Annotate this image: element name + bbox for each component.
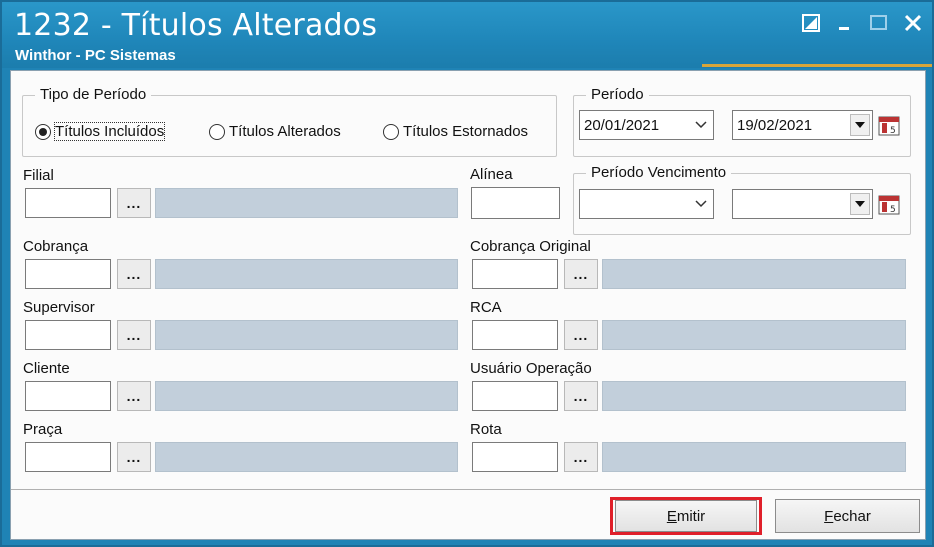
tipo-periodo-legend: Tipo de Período [35,86,152,103]
praca-lookup-button[interactable]: ... [117,442,151,472]
cliente-input[interactable] [25,381,111,411]
cobranca-original-label: Cobrança Original [470,238,591,255]
rca-label: RCA [470,299,502,316]
cliente-lookup-button[interactable]: ... [117,381,151,411]
praca-input[interactable] [25,442,111,472]
emitir-mnemonic: E [666,507,677,525]
svg-text:5: 5 [890,126,896,136]
periodo-end-value: 19/02/2021 [737,116,813,134]
radio-titulos-alterados[interactable]: Títulos Alterados [209,123,341,140]
emitir-label: mitir [676,507,706,525]
title-bar[interactable]: 1232 - Títulos Alterados Winthor - PC Si… [2,2,932,68]
restore-window-icon[interactable] [798,10,824,36]
filial-label: Filial [23,167,54,184]
vencimento-start-date[interactable] [579,189,714,219]
periodo-legend: Período [586,86,649,103]
window-subtitle: Winthor - PC Sistemas [15,47,176,64]
filial-lookup-button[interactable]: ... [117,188,151,218]
cobranca-label: Cobrança [23,238,89,255]
dropdown-arrow-icon[interactable] [850,114,870,136]
cobranca-original-input[interactable] [472,259,558,289]
periodo-start-date[interactable]: 20/01/2021 [579,110,714,140]
usuario-operacao-description [602,381,906,411]
radio-label: Títulos Incluídos [53,122,166,141]
minimize-icon[interactable] [832,10,858,36]
rota-description [602,442,906,472]
radio-dot [39,127,47,136]
form-body: Tipo de Período Títulos Incluídos Título… [10,70,926,540]
fechar-button[interactable]: Fechar [775,499,920,533]
radio-label: Títulos Estornados [403,123,529,140]
radio-circle [209,123,225,140]
close-icon[interactable] [900,10,926,36]
emitir-button[interactable]: Emitir [615,500,757,532]
app-window: 1232 - Títulos Alterados Winthor - PC Si… [0,0,934,547]
chevron-down-icon[interactable] [689,121,713,129]
chevron-down-icon[interactable] [689,200,713,208]
usuario-operacao-label: Usuário Operação [470,360,592,377]
alinea-label: Alínea [470,166,513,183]
cobranca-input[interactable] [25,259,111,289]
alinea-input[interactable] [471,187,560,219]
periodo-start-value: 20/01/2021 [584,116,660,134]
radio-titulos-estornados[interactable]: Títulos Estornados [383,123,528,140]
supervisor-label: Supervisor [23,299,95,316]
radio-titulos-incluidos[interactable]: Títulos Incluídos [35,122,166,141]
rca-lookup-button[interactable]: ... [564,320,598,350]
usuario-operacao-input[interactable] [472,381,558,411]
usuario-operacao-lookup-button[interactable]: ... [564,381,598,411]
cobranca-original-description [602,259,906,289]
supervisor-lookup-button[interactable]: ... [117,320,151,350]
praca-label: Praça [23,421,63,438]
fechar-label: echar [833,507,871,525]
radio-circle [383,123,399,140]
calendar-icon[interactable]: 5 [877,113,901,137]
window-title: 1232 - Títulos Alterados [14,8,378,43]
rota-label: Rota [470,421,502,438]
maximize-icon[interactable] [866,10,892,36]
cobranca-lookup-button[interactable]: ... [117,259,151,289]
filial-input[interactable] [25,188,111,218]
supervisor-input[interactable] [25,320,111,350]
supervisor-description [155,320,458,350]
svg-text:5: 5 [890,205,896,215]
rca-description [602,320,906,350]
periodo-vencimento-legend: Período Vencimento [586,164,732,181]
rota-input[interactable] [472,442,558,472]
cobranca-description [155,259,458,289]
dropdown-arrow-icon[interactable] [850,193,870,215]
cobranca-original-lookup-button[interactable]: ... [564,259,598,289]
fechar-mnemonic: F [824,507,834,525]
periodo-end-date[interactable]: 19/02/2021 [732,110,873,140]
radio-label: Títulos Alterados [229,123,341,140]
cliente-description [155,381,458,411]
button-bar: Emitir Fechar [11,489,925,539]
cliente-label: Cliente [23,360,70,377]
vencimento-end-date[interactable] [732,189,873,219]
radio-circle [35,123,51,140]
title-accent-line [702,64,932,67]
filial-description [155,188,458,218]
rota-lookup-button[interactable]: ... [564,442,598,472]
calendar-icon[interactable]: 5 [877,192,901,216]
rca-input[interactable] [472,320,558,350]
praca-description [155,442,458,472]
